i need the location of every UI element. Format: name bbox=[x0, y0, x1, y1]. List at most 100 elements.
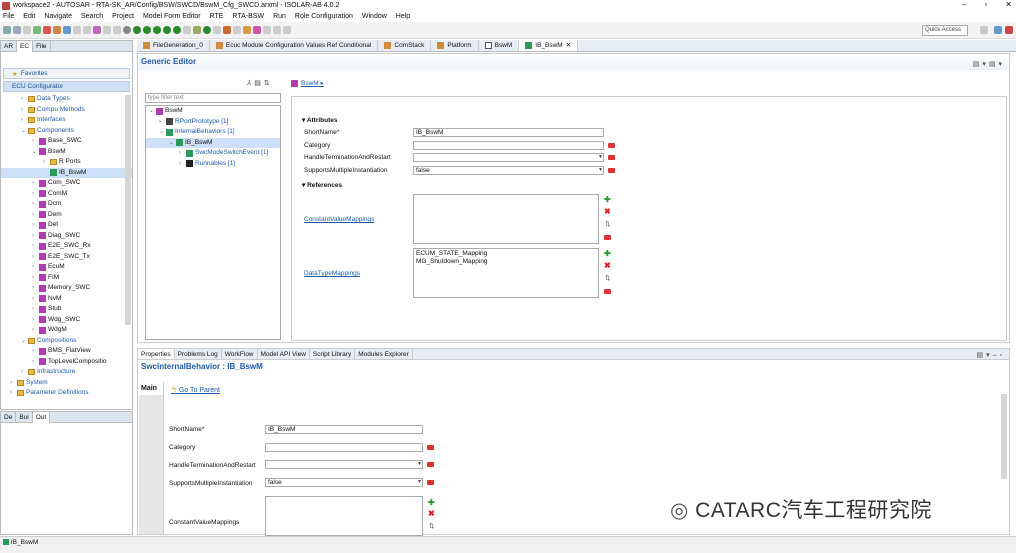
tree-item[interactable]: › Com_SWC bbox=[1, 178, 132, 189]
menu-window[interactable]: Window bbox=[362, 13, 387, 20]
expand-icon[interactable]: › bbox=[32, 283, 37, 294]
build-icon[interactable] bbox=[53, 26, 61, 34]
tree-item[interactable]: › Parameter Definitions bbox=[1, 388, 132, 399]
gen-c-icon[interactable] bbox=[153, 26, 161, 34]
tree-item[interactable]: › E2E_SWC_Tx bbox=[1, 252, 132, 263]
run-ext-icon[interactable] bbox=[203, 26, 211, 34]
editor-tab[interactable]: Platform bbox=[431, 40, 479, 51]
delete-icon[interactable]: ✖ bbox=[604, 261, 611, 270]
tool-icon[interactable] bbox=[113, 26, 121, 34]
expand-icon[interactable]: › bbox=[32, 220, 37, 231]
nav-back-icon[interactable] bbox=[273, 26, 281, 34]
tree-item[interactable]: › BMS_FlatView bbox=[1, 346, 132, 357]
debug-icon[interactable] bbox=[63, 26, 71, 34]
tree-item[interactable]: › Data Types bbox=[1, 94, 132, 105]
menu-rte[interactable]: RTE bbox=[210, 13, 224, 20]
tree-item[interactable]: › EcuM bbox=[1, 262, 132, 273]
bottom-tab[interactable]: WorkFlow bbox=[222, 349, 258, 359]
tab-de[interactable]: De bbox=[1, 411, 17, 423]
scrollbar[interactable] bbox=[1001, 394, 1007, 479]
tab-file[interactable]: File bbox=[33, 40, 51, 52]
editor-tab[interactable]: IB_BswM ✕ bbox=[519, 40, 579, 52]
gen-b-icon[interactable] bbox=[143, 26, 151, 34]
save-all-icon[interactable] bbox=[23, 26, 31, 34]
expand-icon[interactable]: › bbox=[32, 252, 37, 263]
tree-item[interactable]: › R Ports bbox=[1, 157, 132, 168]
expand-icon[interactable]: › bbox=[32, 231, 37, 242]
menu-rta-bsw[interactable]: RTA-BSW bbox=[232, 13, 264, 20]
tree-item[interactable]: › FIM bbox=[1, 273, 132, 284]
expand-icon[interactable]: › bbox=[21, 367, 26, 378]
view-menu[interactable]: ▤▾–▫ bbox=[976, 351, 1005, 359]
stop-icon[interactable] bbox=[43, 26, 51, 34]
expand-icon[interactable]: ⌄ bbox=[21, 336, 26, 347]
list-item[interactable]: MG_Shutdown_Mapping bbox=[416, 258, 598, 266]
list-item[interactable]: ECUM_STATE_Mapping bbox=[416, 250, 598, 258]
tree-item[interactable]: › WdgM bbox=[1, 325, 132, 336]
expand-icon[interactable]: › bbox=[32, 346, 37, 357]
clear-value-icon[interactable] bbox=[608, 155, 615, 160]
tree-item[interactable]: › Compu Methods bbox=[1, 105, 132, 116]
expand-icon[interactable]: › bbox=[43, 157, 48, 168]
data-type-mappings-link[interactable]: DataTypeMappings bbox=[304, 270, 360, 277]
menu-file[interactable]: File bbox=[3, 13, 14, 20]
tool-icon[interactable] bbox=[263, 26, 271, 34]
tab-bui[interactable]: Bui bbox=[16, 411, 33, 423]
expand-icon[interactable]: › bbox=[32, 315, 37, 326]
perspective-icon[interactable] bbox=[980, 26, 988, 34]
perspective-icon[interactable] bbox=[994, 26, 1002, 34]
tree-item[interactable]: IB_BswM bbox=[1, 167, 132, 178]
tree-item[interactable]: › Dcm bbox=[1, 199, 132, 210]
tool-icon[interactable] bbox=[183, 26, 191, 34]
menu-run[interactable]: Run bbox=[273, 13, 286, 20]
delete-icon[interactable]: ✖ bbox=[604, 207, 611, 216]
help-icon[interactable] bbox=[123, 26, 131, 34]
expand-icon[interactable]: › bbox=[32, 304, 37, 315]
tree-item[interactable]: › RPortPrototype [1] bbox=[146, 117, 280, 128]
sort-icon[interactable]: ⇅ bbox=[429, 522, 434, 530]
tool-icon[interactable] bbox=[223, 26, 231, 34]
breadcrumb[interactable]: BswM ▸ bbox=[291, 79, 324, 87]
tree-item[interactable]: › NvM bbox=[1, 294, 132, 305]
shortname-field[interactable]: IB_BswM bbox=[265, 425, 423, 434]
clear-value-icon[interactable] bbox=[604, 289, 611, 294]
scrollbar[interactable] bbox=[125, 95, 131, 325]
tree-item[interactable]: › Stub bbox=[1, 304, 132, 315]
expand-icon[interactable]: › bbox=[179, 148, 184, 159]
tool-icon[interactable] bbox=[233, 26, 241, 34]
tool-icon[interactable] bbox=[73, 26, 81, 34]
favorites-header[interactable]: ★ Favorites bbox=[3, 68, 130, 79]
supports-multiple-select[interactable]: false ▼ bbox=[265, 478, 423, 487]
tree-item[interactable]: › E2E_SWC_Rx bbox=[1, 241, 132, 252]
constant-value-mappings-list[interactable] bbox=[265, 496, 423, 536]
expand-icon[interactable]: ⌄ bbox=[169, 138, 174, 149]
menu-role-configuration[interactable]: Role Configuration bbox=[295, 13, 353, 20]
data-type-mappings-list[interactable]: ECUM_STATE_Mapping MG_Shutdown_Mapping bbox=[413, 248, 599, 298]
tool-icon[interactable] bbox=[213, 26, 221, 34]
close-tab-icon[interactable]: ✕ bbox=[566, 40, 571, 52]
supports-multiple-select[interactable]: false ▼ bbox=[413, 166, 604, 175]
sort-icon[interactable]: ⇅ bbox=[605, 220, 610, 228]
tree-item[interactable]: › Wdg_SWC bbox=[1, 315, 132, 326]
tool-icon[interactable] bbox=[83, 26, 91, 34]
tree-item[interactable]: › Det bbox=[1, 220, 132, 231]
constant-value-mappings-link[interactable]: ConstantValueMappings bbox=[304, 216, 374, 223]
perspective-icon[interactable] bbox=[1005, 26, 1013, 34]
bottom-tab[interactable]: Properties bbox=[138, 349, 175, 359]
expand-icon[interactable]: › bbox=[32, 136, 37, 147]
tree-item[interactable]: › ComM bbox=[1, 189, 132, 200]
editor-tab[interactable]: Ecuc Module Configuration Values Ref Con… bbox=[210, 40, 379, 51]
tab-main[interactable]: Main bbox=[139, 382, 163, 395]
tree-item[interactable]: › Memory_SWC bbox=[1, 283, 132, 294]
add-icon[interactable]: ✚ bbox=[428, 498, 435, 507]
clear-value-icon[interactable] bbox=[427, 462, 434, 467]
handle-termination-select[interactable]: ▼ bbox=[413, 153, 604, 162]
ecu-configurator-header[interactable]: ECU Configurator bbox=[3, 81, 130, 92]
clear-value-icon[interactable] bbox=[427, 480, 434, 485]
tree-item[interactable]: ⌄ BswM bbox=[146, 106, 280, 117]
bottom-tab[interactable]: Model API View bbox=[258, 349, 310, 359]
add-icon[interactable]: ✚ bbox=[604, 195, 611, 204]
expand-icon[interactable]: › bbox=[32, 262, 37, 273]
category-field[interactable] bbox=[413, 141, 604, 150]
editor-tab[interactable]: FileGeneration_0 bbox=[137, 40, 210, 51]
